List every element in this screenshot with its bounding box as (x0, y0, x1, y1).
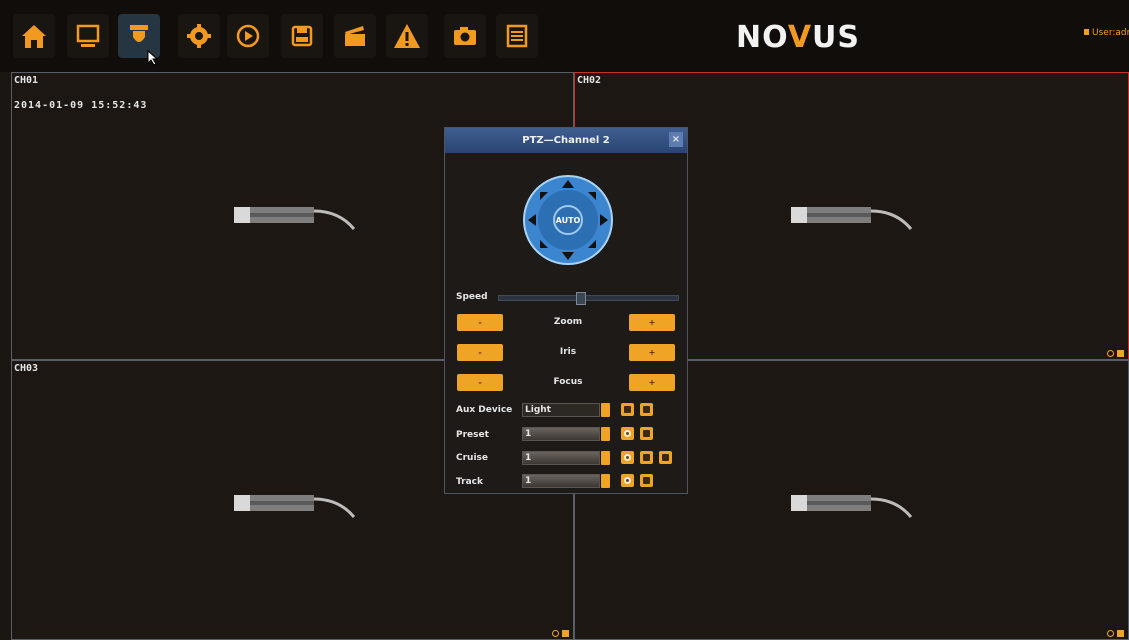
aux-device-select[interactable]: Light (522, 403, 600, 417)
camera-placeholder-icon (234, 207, 356, 230)
preset-set-button[interactable] (621, 427, 634, 440)
preset-call-button[interactable] (640, 427, 653, 440)
speed-slider[interactable] (498, 292, 679, 305)
user-icon (1084, 29, 1089, 35)
track-label: Track (456, 477, 483, 487)
preset-stepper[interactable] (601, 427, 610, 441)
home-icon (22, 25, 46, 48)
preset-label: Preset (456, 430, 489, 440)
cruise-set-button[interactable] (621, 451, 634, 464)
zoom-icon[interactable] (1107, 350, 1114, 357)
aux-device-dropdown-arrow[interactable] (601, 403, 610, 417)
iris-open-button[interactable]: + (629, 344, 675, 361)
list-icon (506, 24, 528, 48)
channel-tools (552, 630, 569, 637)
save-icon (291, 25, 313, 47)
channel-tools (1107, 350, 1124, 357)
ptz-camera-icon (130, 25, 148, 42)
focus-label: Focus (553, 377, 583, 387)
user-indicator: User:admin (1084, 28, 1129, 38)
channel-timestamp: 2014-01-09 15:52:43 (14, 100, 148, 111)
track-stepper[interactable] (601, 474, 610, 488)
ptz-dialog-titlebar[interactable]: PTZ—Channel 2 × (445, 128, 687, 153)
snapshot-button[interactable] (444, 14, 486, 58)
monitor-icon (76, 24, 100, 47)
cruise-label: Cruise (456, 453, 488, 463)
channel-label: CH02 (577, 75, 602, 86)
aux-off-button[interactable] (621, 403, 634, 416)
iris-close-button[interactable]: - (457, 344, 503, 361)
auto-scan-button[interactable]: AUTO (553, 205, 583, 235)
novus-logo: NOVUS (736, 20, 860, 55)
aux-device-label: Aux Device (456, 405, 513, 415)
snapshot-icon (454, 27, 476, 45)
record-icon[interactable] (1117, 350, 1124, 357)
playback-icon (236, 24, 260, 48)
zoom-out-button[interactable]: - (457, 314, 503, 331)
zoom-in-button[interactable]: + (629, 314, 675, 331)
zoom-label: Zoom (553, 317, 583, 327)
iris-label: Iris (559, 347, 577, 357)
record-icon[interactable] (1117, 630, 1124, 637)
live-view-button[interactable] (67, 14, 109, 58)
speed-label: Speed (456, 292, 488, 302)
playback-button[interactable] (227, 14, 269, 58)
track-field[interactable]: 1 (522, 474, 600, 488)
channel-label: CH03 (14, 363, 39, 374)
camera-placeholder-icon (791, 495, 913, 518)
settings-button[interactable] (178, 14, 220, 58)
cruise-field[interactable]: 1 (522, 451, 600, 465)
channel-tools (1107, 630, 1124, 637)
mouse-cursor-icon (147, 50, 159, 66)
top-toolbar: NOVUS User:admin (0, 0, 1129, 72)
record-button[interactable] (334, 14, 376, 58)
focus-far-button[interactable]: + (629, 374, 675, 391)
camera-placeholder-icon (234, 495, 356, 518)
cruise-stepper[interactable] (601, 451, 610, 465)
close-button[interactable]: × (669, 132, 683, 147)
warning-icon (394, 24, 420, 48)
alarm-button[interactable] (386, 14, 428, 58)
home-button[interactable] (13, 14, 55, 58)
ptz-dialog-title: PTZ—Channel 2 (522, 135, 610, 146)
zoom-icon[interactable] (1107, 630, 1114, 637)
log-button[interactable] (496, 14, 538, 58)
track-set-button[interactable] (621, 474, 634, 487)
camera-placeholder-icon (791, 207, 913, 230)
channel-label: CH01 (14, 75, 39, 86)
clapperboard-icon (345, 26, 365, 46)
track-start-button[interactable] (640, 474, 653, 487)
cruise-start-button[interactable] (640, 451, 653, 464)
gear-icon (187, 24, 211, 48)
ptz-dialog: PTZ—Channel 2 × AUTO Speed - Zoom + - Ir… (444, 127, 688, 494)
ptz-direction-pad: AUTO (522, 174, 614, 266)
preset-field[interactable]: 1 (522, 427, 600, 441)
speed-slider-handle[interactable] (576, 292, 586, 305)
cruise-stop-button[interactable] (659, 451, 672, 464)
focus-near-button[interactable]: - (457, 374, 503, 391)
zoom-icon[interactable] (552, 630, 559, 637)
record-icon[interactable] (562, 630, 569, 637)
backup-button[interactable] (281, 14, 323, 58)
aux-on-button[interactable] (640, 403, 653, 416)
